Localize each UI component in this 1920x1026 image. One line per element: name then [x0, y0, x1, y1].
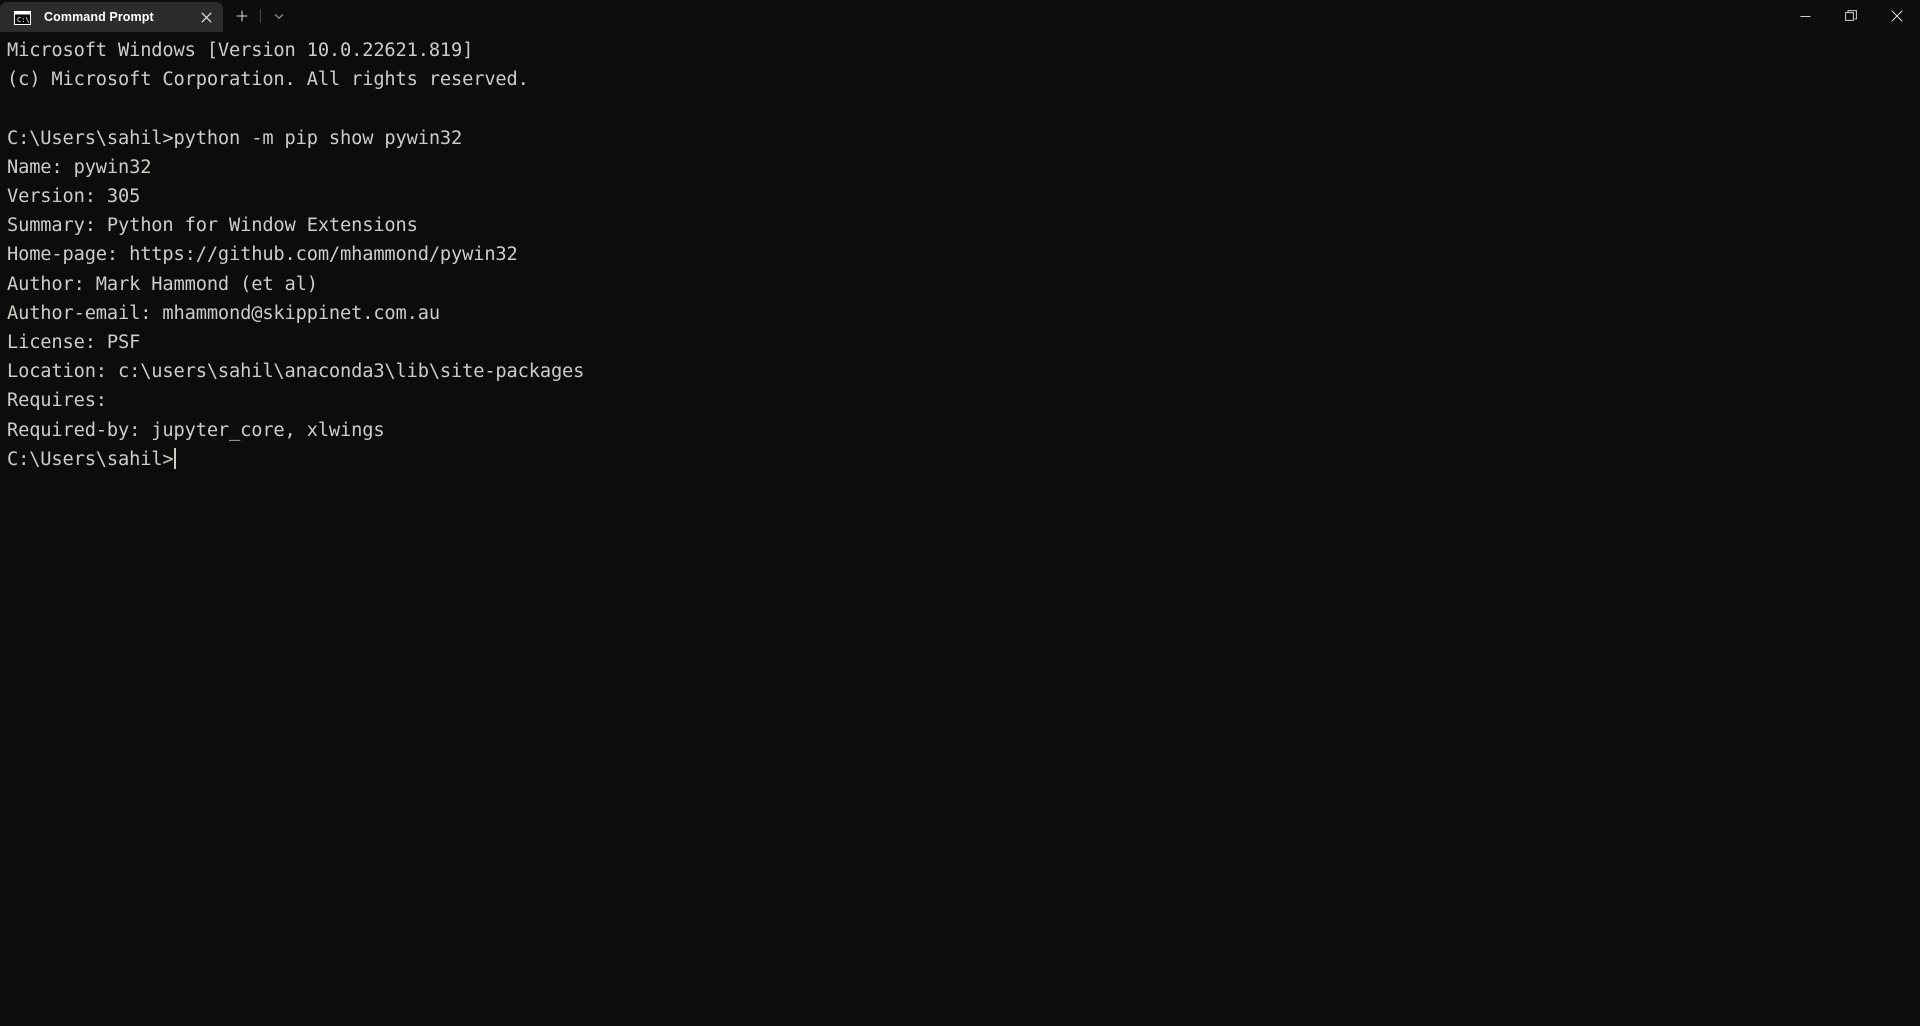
tab-actions [223, 0, 294, 32]
tab-strip: C:\ Command Prompt [0, 0, 294, 32]
console-prompt: C:\Users\sahil> [7, 448, 174, 470]
minimize-icon[interactable] [1782, 0, 1828, 32]
new-tab-icon[interactable] [227, 3, 257, 29]
close-window-icon[interactable] [1874, 0, 1920, 32]
tab-actions-divider [260, 9, 261, 23]
restore-icon[interactable] [1828, 0, 1874, 32]
svg-text:C:\: C:\ [17, 16, 30, 24]
window-controls [1782, 0, 1920, 32]
text-cursor [173, 447, 176, 469]
chevron-down-icon[interactable] [264, 3, 294, 29]
tab-title: Command Prompt [44, 10, 154, 24]
console-output: Microsoft Windows [Version 10.0.22621.81… [7, 36, 1920, 474]
console-output-text: Microsoft Windows [Version 10.0.22621.81… [7, 40, 585, 441]
terminal-viewport[interactable]: Microsoft Windows [Version 10.0.22621.81… [0, 32, 1920, 1026]
title-bar: C:\ Command Prompt [0, 0, 1920, 32]
tab-command-prompt[interactable]: C:\ Command Prompt [0, 2, 223, 32]
command-prompt-icon: C:\ [14, 10, 31, 25]
close-icon[interactable] [191, 3, 221, 31]
titlebar-drag-region[interactable] [294, 0, 1920, 32]
